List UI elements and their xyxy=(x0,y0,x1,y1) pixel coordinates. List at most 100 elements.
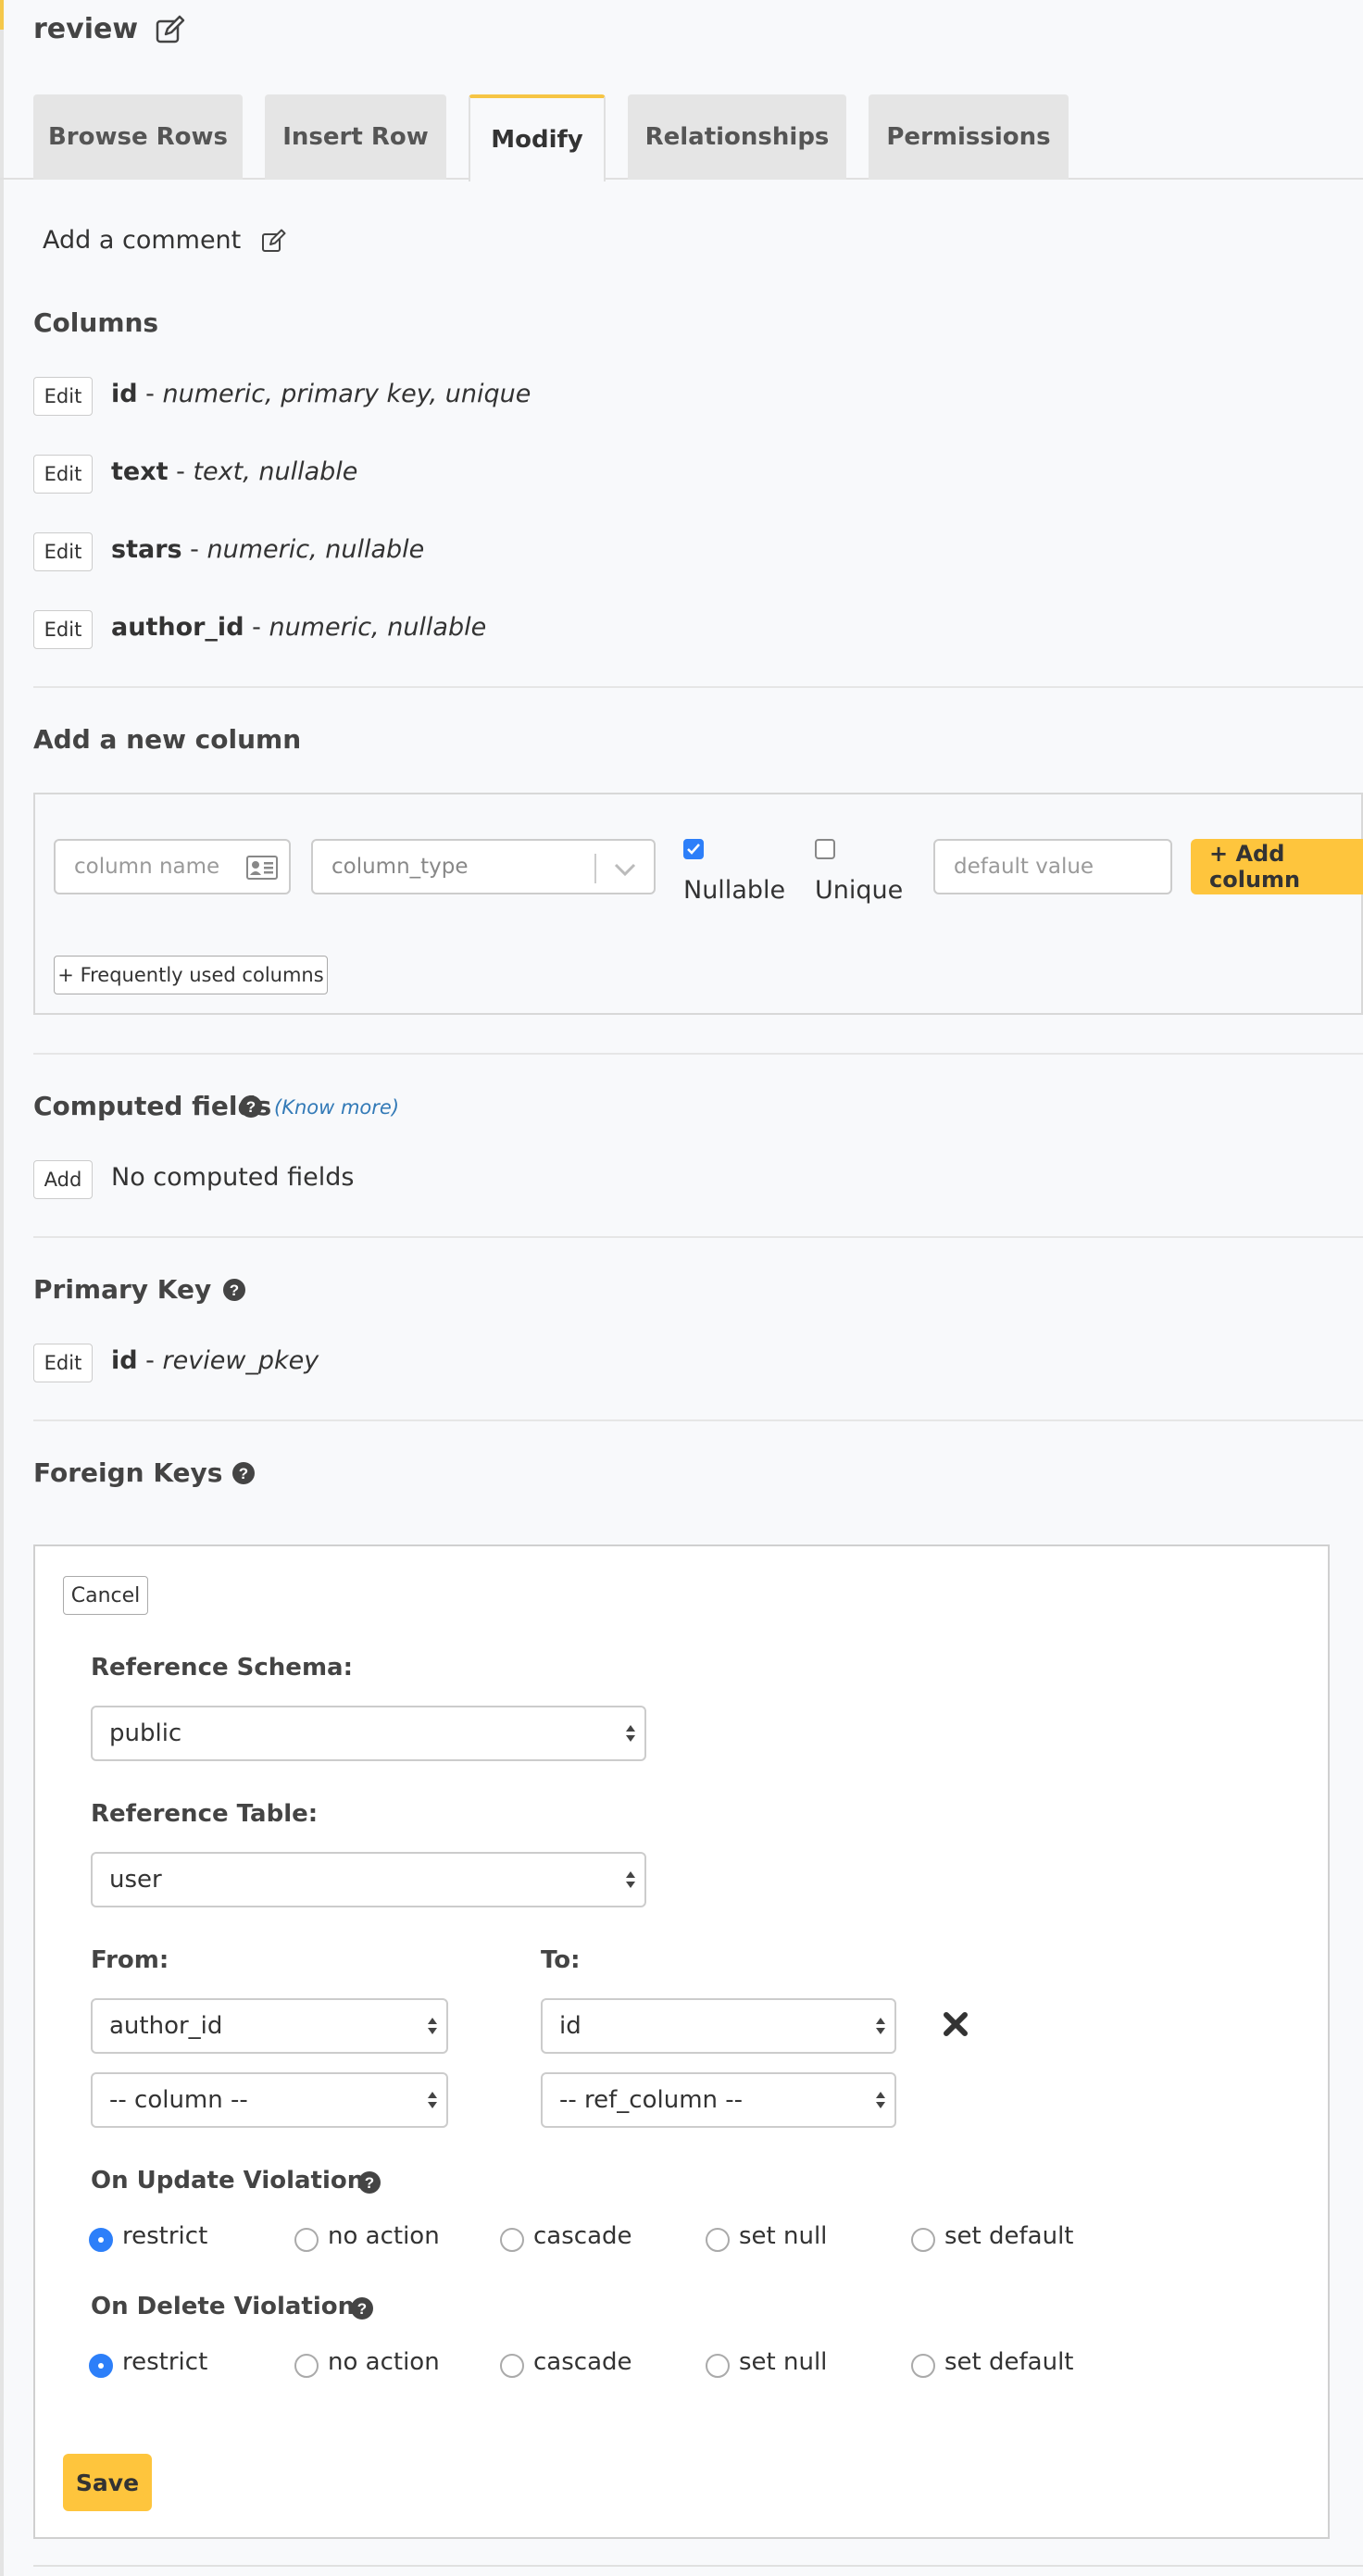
column-name: author_id xyxy=(111,613,244,642)
edit-column-button[interactable]: Edit xyxy=(33,532,93,571)
cancel-button[interactable]: Cancel xyxy=(63,1576,148,1615)
question-circle-icon[interactable]: ? xyxy=(231,1461,256,1485)
divider xyxy=(33,1419,1363,1421)
page-title: review xyxy=(33,13,139,45)
remove-mapping-icon[interactable] xyxy=(943,2011,969,2037)
on-update-restrict-label: restrict xyxy=(122,2222,208,2250)
on-delete-set-default-label: set default xyxy=(944,2348,1074,2376)
know-more-link[interactable]: (Know more) xyxy=(274,1096,399,1119)
question-circle-icon[interactable]: ? xyxy=(350,2296,374,2320)
to-column-select[interactable]: -- ref_column -- xyxy=(541,2072,896,2128)
column-separator: - xyxy=(244,613,269,642)
select-arrows-icon xyxy=(426,2088,439,2112)
svg-text:?: ? xyxy=(230,1282,239,1299)
reference-schema-select[interactable]: public xyxy=(91,1706,646,1761)
column-type-select[interactable]: column_type xyxy=(311,839,656,894)
on-update-cascade-radio[interactable] xyxy=(500,2228,524,2252)
from-column-select[interactable]: -- column -- xyxy=(91,2072,448,2128)
on-update-no-action-radio[interactable] xyxy=(294,2228,319,2252)
foreign-keys-heading: Foreign Keys xyxy=(33,1457,223,1488)
from-column-value: -- column -- xyxy=(109,2086,248,2114)
question-circle-icon[interactable]: ? xyxy=(357,2170,381,2195)
default-value-input[interactable]: default value xyxy=(933,839,1172,894)
from-column-select[interactable]: author_id xyxy=(91,1998,448,2054)
edit-column-button[interactable]: Edit xyxy=(33,377,93,416)
tab-permissions[interactable]: Permissions xyxy=(869,94,1069,180)
add-column-button[interactable]: + Add column xyxy=(1191,839,1363,894)
on-delete-cascade-radio[interactable] xyxy=(500,2354,524,2378)
column-item: id - numeric, primary key, unique xyxy=(111,380,531,408)
on-delete-label: On Delete Violation: xyxy=(91,2293,365,2320)
left-edge xyxy=(0,0,4,2576)
edit-title-icon[interactable] xyxy=(155,14,186,45)
on-delete-set-null-radio[interactable] xyxy=(706,2354,730,2378)
tab-insert-row[interactable]: Insert Row xyxy=(265,94,446,180)
on-delete-no-action-label: no action xyxy=(328,2348,440,2376)
reference-schema-label: Reference Schema: xyxy=(91,1654,353,1682)
add-computed-field-button[interactable]: Add xyxy=(33,1160,93,1199)
column-name-input[interactable]: column name xyxy=(54,839,291,894)
nullable-label: Nullable xyxy=(683,876,786,905)
on-delete-set-null-label: set null xyxy=(739,2348,828,2376)
divider xyxy=(33,2565,1363,2567)
save-button[interactable]: Save xyxy=(63,2454,152,2511)
reference-table-select[interactable]: user xyxy=(91,1852,646,1907)
title-row: review xyxy=(33,13,186,45)
contact-card-icon xyxy=(246,856,278,880)
on-delete-restrict-radio[interactable] xyxy=(89,2354,113,2378)
on-delete-set-default-radio[interactable] xyxy=(911,2354,935,2378)
add-column-heading: Add a new column xyxy=(33,724,302,755)
computed-fields-heading: Computed fields xyxy=(33,1091,272,1121)
tab-browse-rows[interactable]: Browse Rows xyxy=(33,94,243,180)
select-separator xyxy=(594,854,596,883)
edit-column-button[interactable]: Edit xyxy=(33,610,93,649)
divider xyxy=(33,686,1363,688)
tab-bar: Browse Rows Insert Row Modify Relationsh… xyxy=(0,94,1363,181)
svg-text:?: ? xyxy=(357,2300,367,2318)
on-delete-no-action-radio[interactable] xyxy=(294,2354,319,2378)
unique-label: Unique xyxy=(815,876,904,905)
question-circle-icon[interactable]: ? xyxy=(239,1094,263,1119)
chevron-down-icon xyxy=(613,859,637,877)
column-name-placeholder: column name xyxy=(74,855,220,879)
svg-text:?: ? xyxy=(246,1098,256,1116)
column-desc: numeric, primary key, unique xyxy=(162,380,531,408)
reference-schema-value: public xyxy=(109,1719,182,1747)
columns-heading: Columns xyxy=(33,307,159,338)
on-update-set-null-radio[interactable] xyxy=(706,2228,730,2252)
column-item: stars - numeric, nullable xyxy=(111,535,424,564)
on-update-set-default-radio[interactable] xyxy=(911,2228,935,2252)
on-update-restrict-radio[interactable] xyxy=(89,2228,113,2252)
tab-relationships[interactable]: Relationships xyxy=(628,94,846,180)
svg-text:?: ? xyxy=(365,2174,374,2192)
to-label: To: xyxy=(541,1946,581,1974)
left-edge-accent xyxy=(0,0,4,30)
comment-row[interactable]: Add a comment xyxy=(43,226,287,255)
frequently-used-columns-button[interactable]: + Frequently used columns xyxy=(54,956,328,994)
divider xyxy=(33,1053,1363,1055)
on-delete-cascade-label: cascade xyxy=(533,2348,632,2376)
unique-checkbox[interactable] xyxy=(815,839,835,859)
on-update-label: On Update Violation: xyxy=(91,2167,374,2195)
tab-modify[interactable]: Modify xyxy=(469,94,606,181)
column-separator: - xyxy=(168,457,194,486)
from-column-value: author_id xyxy=(109,2012,223,2040)
to-column-select[interactable]: id xyxy=(541,1998,896,2054)
edit-column-button[interactable]: Edit xyxy=(33,455,93,494)
on-update-cascade-label: cascade xyxy=(533,2222,632,2250)
column-item: author_id - numeric, nullable xyxy=(111,613,486,642)
edit-primary-key-button[interactable]: Edit xyxy=(33,1344,93,1382)
on-update-set-default-label: set default xyxy=(944,2222,1074,2250)
on-update-set-null-label: set null xyxy=(739,2222,828,2250)
column-name: stars xyxy=(111,535,182,564)
on-update-no-action-label: no action xyxy=(328,2222,440,2250)
from-label: From: xyxy=(91,1946,169,1974)
question-circle-icon[interactable]: ? xyxy=(222,1278,246,1302)
pk-column: id xyxy=(111,1346,138,1375)
edit-comment-icon[interactable] xyxy=(261,228,287,254)
nullable-checkbox[interactable] xyxy=(683,839,704,859)
default-value-placeholder: default value xyxy=(954,855,1094,879)
pk-separator: - xyxy=(137,1346,163,1375)
to-column-value: -- ref_column -- xyxy=(559,2086,744,2114)
no-computed-fields-text: No computed fields xyxy=(111,1163,355,1192)
